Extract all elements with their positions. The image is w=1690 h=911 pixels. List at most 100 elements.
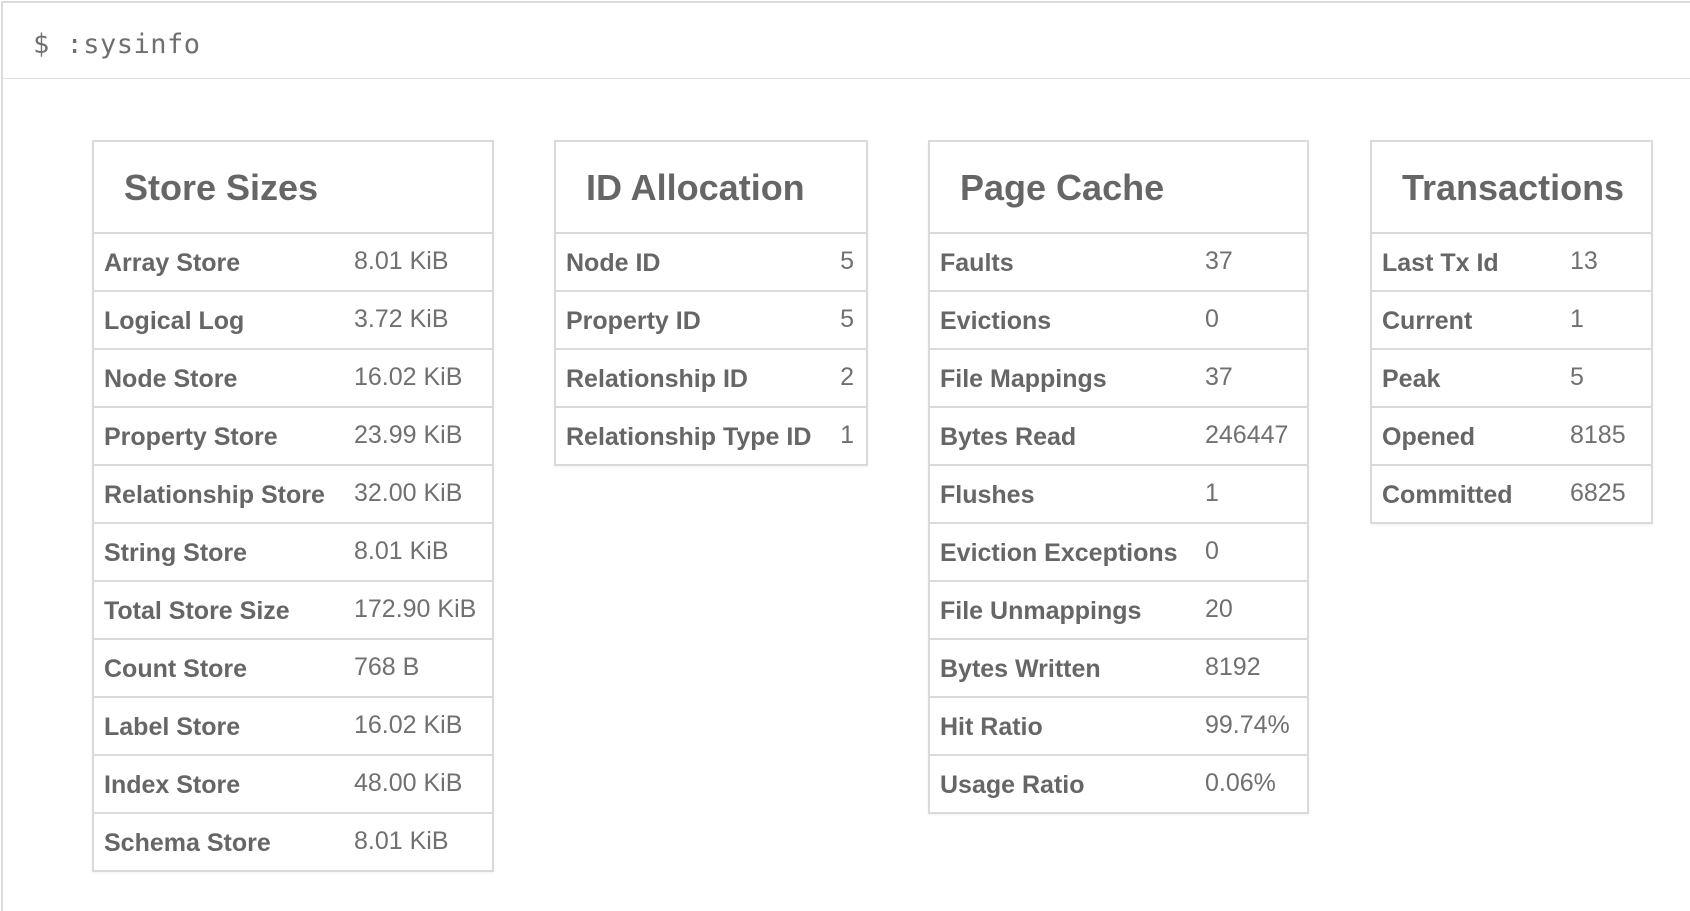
row-value: 5 (1570, 363, 1584, 391)
row-label: Hit Ratio (940, 713, 1043, 741)
row-value: 8.01 KiB (354, 537, 449, 565)
row-label: Usage Ratio (940, 771, 1085, 799)
row-label: Total Store Size (104, 597, 290, 625)
table-row: Relationship Type ID 1 (556, 408, 866, 464)
row-label: Current (1382, 307, 1473, 335)
table-row: Committed 6825 (1372, 466, 1651, 522)
table-row: Schema Store 8.01 KiB (94, 814, 492, 870)
row-label: Faults (940, 249, 1014, 277)
table-row: Label Store 16.02 KiB (94, 698, 492, 756)
row-value: 172.90 KiB (354, 595, 477, 623)
row-label: Relationship Store (104, 481, 325, 509)
row-value: 1 (1205, 479, 1219, 507)
row-label: Count Store (104, 655, 248, 683)
table-row: Peak 5 (1372, 350, 1651, 408)
table-row: Total Store Size 172.90 KiB (94, 582, 492, 640)
table-row: File Unmappings 20 (930, 582, 1307, 640)
row-label: Peak (1382, 365, 1441, 393)
transactions-title: Transactions (1372, 142, 1651, 234)
row-value: 16.02 KiB (354, 711, 463, 739)
row-value: 8.01 KiB (354, 247, 449, 275)
row-label: File Mappings (940, 365, 1107, 393)
row-value: 32.00 KiB (354, 479, 463, 507)
table-row: Bytes Written 8192 (930, 640, 1307, 698)
row-label: Node ID (566, 249, 661, 277)
row-label: Eviction Exceptions (940, 539, 1178, 567)
table-row: Flushes 1 (930, 466, 1307, 524)
store-sizes-title: Store Sizes (94, 142, 492, 234)
row-label: Committed (1382, 481, 1513, 509)
command-bar[interactable]: $ :sysinfo (3, 3, 1690, 79)
row-label: Logical Log (104, 307, 245, 335)
table-row: Logical Log 3.72 KiB (94, 292, 492, 350)
row-label: File Unmappings (940, 597, 1142, 625)
row-value: 8192 (1205, 653, 1261, 681)
row-value: 23.99 KiB (354, 421, 463, 449)
row-value: 13 (1570, 247, 1598, 275)
table-row: Property ID 5 (556, 292, 866, 350)
page-cache-panel: Page Cache Faults 37 Evictions 0 File Mapp… (928, 140, 1309, 814)
row-label: Opened (1382, 423, 1476, 451)
table-row: Current 1 (1372, 292, 1651, 350)
command-text: $ :sysinfo (33, 29, 201, 60)
row-label: Label Store (104, 713, 241, 741)
transactions-panel: Transactions Last Tx Id 13 Current 1 Peak 5… (1370, 140, 1653, 524)
table-row: Node Store 16.02 KiB (94, 350, 492, 408)
table-row: Index Store 48.00 KiB (94, 756, 492, 814)
row-value: 20 (1205, 595, 1233, 623)
table-row: Array Store 8.01 KiB (94, 234, 492, 292)
table-row: Hit Ratio 99.74% (930, 698, 1307, 756)
row-label: Bytes Written (940, 655, 1101, 683)
row-label: Array Store (104, 249, 241, 277)
row-value: 37 (1205, 247, 1233, 275)
row-label: Schema Store (104, 829, 271, 857)
table-row: File Mappings 37 (930, 350, 1307, 408)
row-value: 768 B (354, 653, 420, 681)
table-row: Relationship Store 32.00 KiB (94, 466, 492, 524)
row-value: 16.02 KiB (354, 363, 463, 391)
row-label: Property ID (566, 307, 701, 335)
table-row: Property Store 23.99 KiB (94, 408, 492, 466)
row-value: 1 (1570, 305, 1584, 333)
table-row: Usage Ratio 0.06% (930, 756, 1307, 812)
row-value: 5 (840, 305, 854, 333)
store-sizes-panel: Store Sizes Array Store 8.01 KiB Logical … (92, 140, 494, 872)
row-value: 246447 (1205, 421, 1289, 449)
table-row: Evictions 0 (930, 292, 1307, 350)
row-label: Bytes Read (940, 423, 1077, 451)
page-cache-title: Page Cache (930, 142, 1307, 234)
row-label: Index Store (104, 771, 241, 799)
row-value: 8.01 KiB (354, 827, 449, 855)
row-label: Flushes (940, 481, 1035, 509)
row-label: Property Store (104, 423, 278, 451)
row-value: 5 (840, 247, 854, 275)
table-row: Node ID 5 (556, 234, 866, 292)
table-row: Faults 37 (930, 234, 1307, 292)
row-value: 3.72 KiB (354, 305, 449, 333)
table-row: Count Store 768 B (94, 640, 492, 698)
table-row: Opened 8185 (1372, 408, 1651, 466)
table-row: Relationship ID 2 (556, 350, 866, 408)
row-value: 0.06% (1205, 769, 1276, 797)
row-value: 6825 (1570, 479, 1626, 507)
id-allocation-panel: ID Allocation Node ID 5 Property ID 5 Rela… (554, 140, 868, 466)
row-value: 0 (1205, 537, 1219, 565)
row-value: 0 (1205, 305, 1219, 333)
row-value: 37 (1205, 363, 1233, 391)
row-value: 8185 (1570, 421, 1626, 449)
row-label: String Store (104, 539, 248, 567)
row-label: Evictions (940, 307, 1052, 335)
table-row: Bytes Read 246447 (930, 408, 1307, 466)
row-label: Node Store (104, 365, 238, 393)
row-label: Last Tx Id (1382, 249, 1499, 277)
row-value: 1 (840, 421, 854, 449)
table-row: Eviction Exceptions 0 (930, 524, 1307, 582)
row-value: 2 (840, 363, 854, 391)
table-row: String Store 8.01 KiB (94, 524, 492, 582)
row-label: Relationship Type ID (566, 423, 812, 451)
row-value: 99.74% (1205, 711, 1290, 739)
table-row: Last Tx Id 13 (1372, 234, 1651, 292)
row-value: 48.00 KiB (354, 769, 463, 797)
row-label: Relationship ID (566, 365, 748, 393)
id-allocation-title: ID Allocation (556, 142, 866, 234)
